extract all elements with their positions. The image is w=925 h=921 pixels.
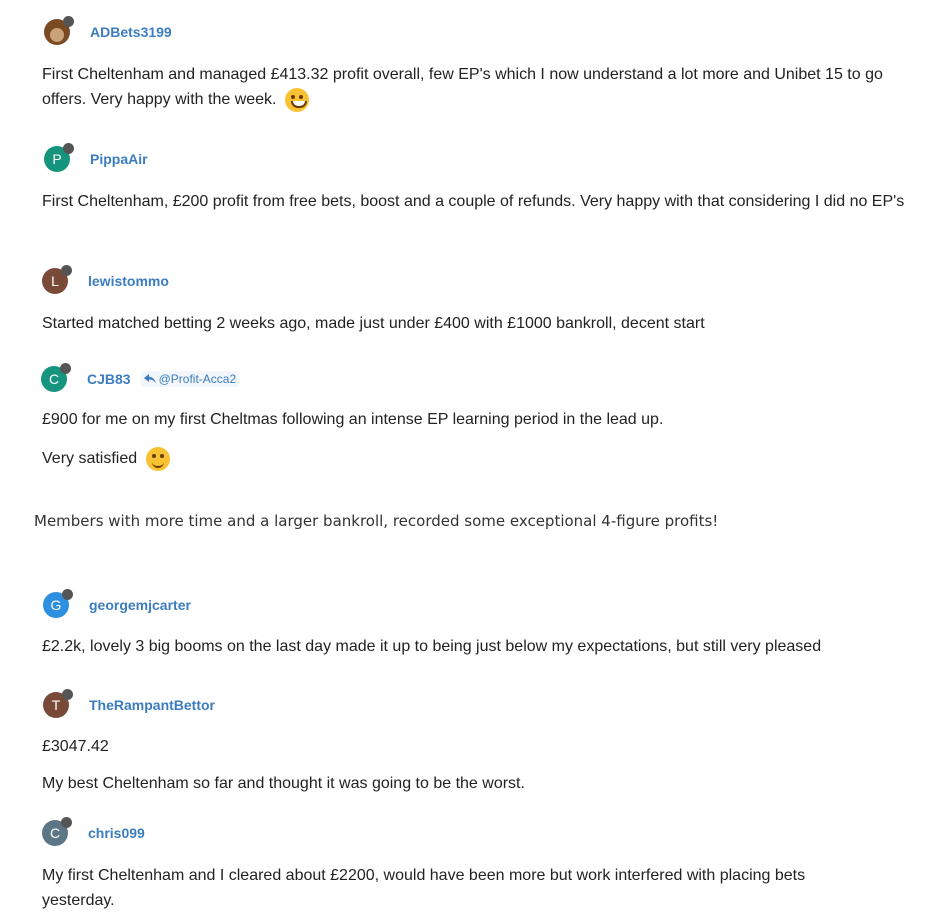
status-dot-icon [62,589,73,600]
status-dot-icon [60,363,71,374]
avatar[interactable]: C [41,363,71,392]
avatar[interactable]: G [43,589,73,618]
status-dot-icon [63,16,74,27]
smiling-face-icon [145,446,170,471]
post-text-line2: Very satisfied [42,446,922,471]
post-text: £3047.42 [42,738,109,755]
avatar-letter: C [49,825,61,841]
username-link[interactable]: ADBets3199 [90,24,172,40]
avatar-letter: T [51,697,61,713]
post-text: First Cheltenham and managed £413.32 pro… [42,62,922,112]
status-dot-icon [61,265,72,276]
avatar[interactable]: P [44,143,74,172]
username-link[interactable]: georgemjcarter [89,597,191,613]
avatar[interactable]: L [42,265,72,294]
avatar-letter: L [51,273,59,289]
username-link[interactable]: PippaAir [90,151,148,167]
post-text: First Cheltenham, £200 profit from free … [42,193,905,210]
post-text-line2: My best Cheltenham so far and thought it… [42,775,525,792]
post-body: Very satisfied [42,450,138,467]
username-link[interactable]: lewistommo [88,273,169,289]
avatar-letter: C [48,371,60,387]
section-banner: Members with more time and a larger bank… [34,512,719,530]
post-text: My first Cheltenham and I cleared about … [42,867,806,909]
username-link[interactable]: CJB83 [87,371,131,387]
avatar-letter: G [50,597,62,613]
post-text: Started matched betting 2 weeks ago, mad… [42,315,705,332]
reply-arrow-icon [143,374,156,384]
avatar[interactable]: T [43,689,73,718]
status-dot-icon [61,817,72,828]
status-dot-icon [62,689,73,700]
username-link[interactable]: chris099 [88,825,145,841]
reply-to-link[interactable]: @Profit-Acca2 [140,371,240,387]
avatar[interactable]: C [42,817,72,846]
post-text: £2.2k, lovely 3 big booms on the last da… [42,638,822,655]
reply-to-label: @Profit-Acca2 [158,372,237,386]
username-link[interactable]: TheRampantBettor [89,697,215,713]
post-text: £900 for me on my first Cheltmas followi… [42,411,664,428]
post-body: First Cheltenham and managed £413.32 pro… [42,66,883,108]
status-dot-icon [63,143,74,154]
avatar-photo-icon [50,28,64,42]
avatar-letter: P [52,151,62,167]
grinning-face-icon [284,87,309,112]
avatar[interactable] [44,16,74,45]
